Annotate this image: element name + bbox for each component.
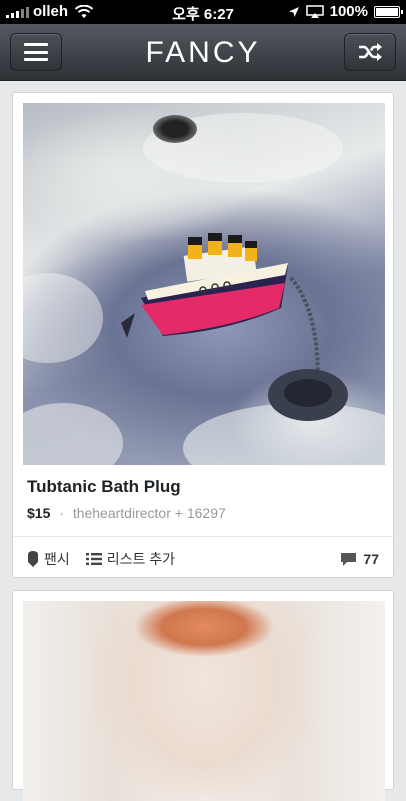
comment-icon [341,552,357,566]
fancy-label: 팬시 [44,551,70,567]
product-photo[interactable] [23,103,385,465]
comments-button[interactable]: 77 [340,551,379,567]
separator-dot: · [59,505,64,521]
card-actions: 팬시 리스트 추가 77 [27,549,379,569]
battery-icon [374,5,403,18]
item-card[interactable]: Tubtanic Bath Plug $15 · theheartdirecto… [12,92,394,578]
location-arrow-icon [288,6,299,17]
shuffle-button[interactable] [344,33,396,71]
list-icon [85,553,102,565]
shuffle-icon [359,43,382,61]
nav-bar: FANCY [0,24,406,81]
item-price: $15 [27,505,51,521]
fancy-button[interactable]: 팬시 [27,549,70,569]
status-bar: olleh 오후 6:27 100% [0,0,406,24]
item-card[interactable] [12,590,394,801]
comment-count: 77 [363,551,379,567]
add-to-list-label: 리스트 추가 [106,551,176,567]
seller-link[interactable]: theheartdirector [73,505,171,521]
add-to-list-button[interactable]: 리스트 추가 [85,549,176,569]
status-right: 100% [288,3,403,20]
product-photo[interactable] [23,601,385,801]
airplay-icon [305,4,324,18]
toy-boat-illustration [121,233,348,421]
fancy-count: + 16297 [174,505,226,521]
fancy-tag-icon [28,550,38,567]
card-divider [13,536,393,537]
item-meta: $15 · theheartdirector + 16297 [27,505,226,521]
item-title[interactable]: Tubtanic Bath Plug [27,477,181,497]
battery-percent: 100% [329,3,368,20]
